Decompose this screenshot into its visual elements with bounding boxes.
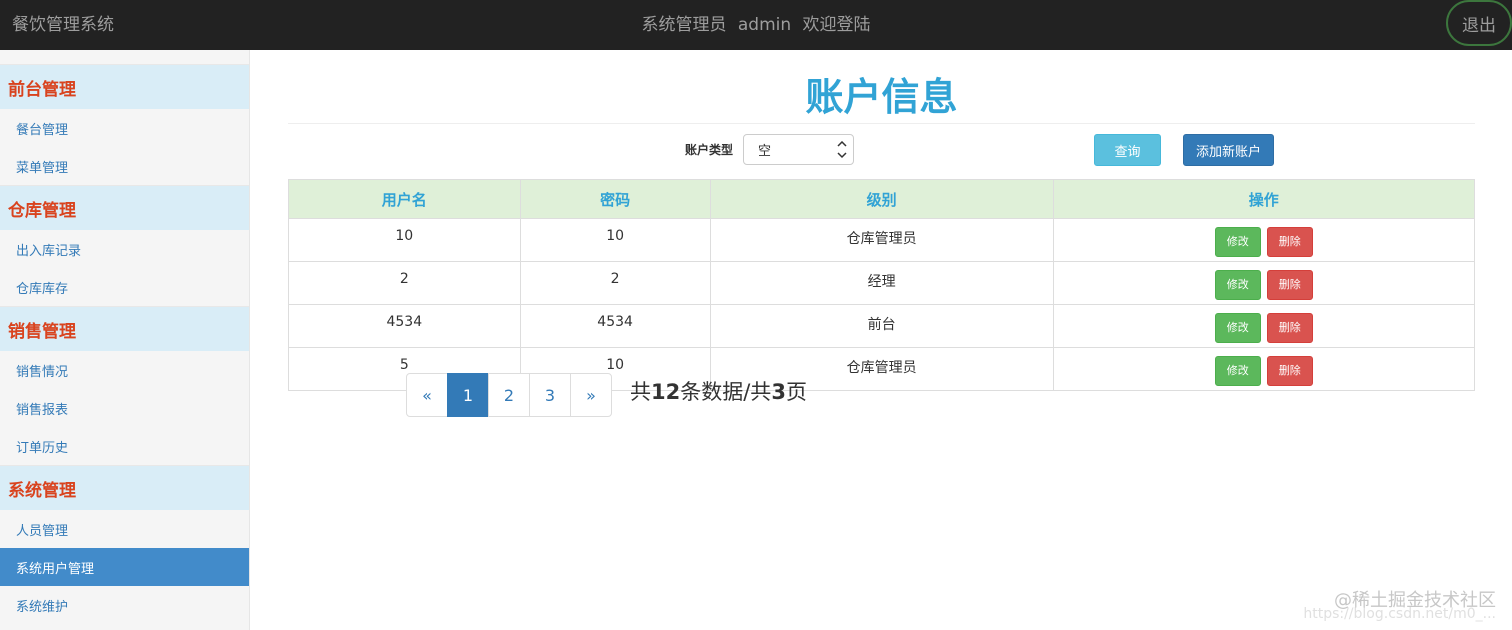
delete-button[interactable]: 删除	[1266, 270, 1313, 300]
cell-password: 2	[519, 261, 711, 305]
accounts-table: 用户名 密码 级别 操作 10 10 仓库管理员 修改 删除 2 2 经理 修改删…	[288, 179, 1476, 391]
cell-password: 4534	[519, 304, 711, 348]
table-row: 10 10 仓库管理员 修改 删除	[288, 218, 1476, 262]
cell-username: 2	[288, 261, 521, 305]
watermark: @稀土掘金技术社区	[1334, 590, 1496, 611]
pagination-next[interactable]: »	[570, 373, 612, 417]
cell-actions: 修改 删除	[1052, 304, 1476, 348]
edit-button[interactable]: 修改	[1214, 270, 1261, 300]
pagination: « 1 2 3 »	[406, 373, 612, 417]
column-header-password: 密码	[519, 179, 711, 219]
sidebar-item-sales-status[interactable]: 销售情况	[0, 351, 249, 389]
edit-button[interactable]: 修改	[1214, 313, 1261, 343]
pagination-info: 共12条数据/共3页	[630, 376, 807, 406]
pagination-info-prefix: 共	[630, 380, 651, 404]
edit-button[interactable]: 修改	[1214, 356, 1261, 386]
pagination-prev[interactable]: «	[406, 373, 448, 417]
pagination-page-3[interactable]: 3	[529, 373, 571, 417]
cell-username: 10	[288, 218, 521, 262]
pagination-page-1[interactable]: 1	[447, 373, 489, 417]
pagination-info-suffix: 页	[785, 380, 807, 404]
table-header-row: 用户名 密码 级别 操作	[288, 179, 1476, 219]
sidebar: 前台管理 餐台管理 菜单管理 仓库管理 出入库记录 仓库库存 销售管理 销售情况…	[0, 50, 250, 630]
table-row: 2 2 经理 修改 删除	[288, 261, 1476, 305]
cell-level: 前台	[709, 304, 1054, 348]
table-area: 用户名 密码 级别 操作 10 10 仓库管理员 修改 删除 2 2 经理 修改删…	[288, 0, 1476, 630]
pagination-total-count: 12	[651, 380, 681, 404]
cell-password: 10	[519, 218, 711, 262]
sidebar-group-front[interactable]: 前台管理	[0, 64, 249, 109]
delete-button[interactable]: 删除	[1266, 356, 1313, 386]
sidebar-item-system-users[interactable]: 系统用户管理	[0, 548, 249, 586]
table-row: 4534 4534 前台 修改 删除	[288, 304, 1476, 348]
column-header-level: 级别	[709, 179, 1054, 219]
column-header-actions: 操作	[1052, 179, 1476, 219]
pagination-page-2[interactable]: 2	[488, 373, 530, 417]
sidebar-item-menu[interactable]: 菜单管理	[0, 147, 249, 185]
sidebar-group-warehouse[interactable]: 仓库管理	[0, 185, 249, 230]
cell-actions: 修改 删除	[1052, 218, 1476, 262]
sidebar-item-inventory[interactable]: 仓库库存	[0, 268, 249, 306]
edit-button[interactable]: 修改	[1214, 227, 1261, 257]
sidebar-item-tables[interactable]: 餐台管理	[0, 109, 249, 147]
pagination-info-mid: 条数据/共	[680, 380, 772, 404]
sidebar-top-spacer	[0, 50, 249, 64]
delete-button[interactable]: 删除	[1266, 313, 1313, 343]
pagination-total-pages: 3	[771, 380, 786, 404]
cell-level: 经理	[709, 261, 1054, 305]
sidebar-item-order-history[interactable]: 订单历史	[0, 427, 249, 465]
cell-actions: 修改 删除	[1052, 347, 1476, 391]
sidebar-item-stock-records[interactable]: 出入库记录	[0, 230, 249, 268]
column-header-username: 用户名	[288, 179, 521, 219]
sidebar-item-sales-report[interactable]: 销售报表	[0, 389, 249, 427]
delete-button[interactable]: 删除	[1266, 227, 1313, 257]
sidebar-group-sales[interactable]: 销售管理	[0, 306, 249, 351]
cell-actions: 修改 删除	[1052, 261, 1476, 305]
sidebar-group-system[interactable]: 系统管理	[0, 465, 249, 510]
sidebar-item-maintenance[interactable]: 系统维护	[0, 586, 249, 624]
sidebar-item-staff[interactable]: 人员管理	[0, 510, 249, 548]
cell-level: 仓库管理员	[709, 218, 1054, 262]
cell-username: 4534	[288, 304, 521, 348]
